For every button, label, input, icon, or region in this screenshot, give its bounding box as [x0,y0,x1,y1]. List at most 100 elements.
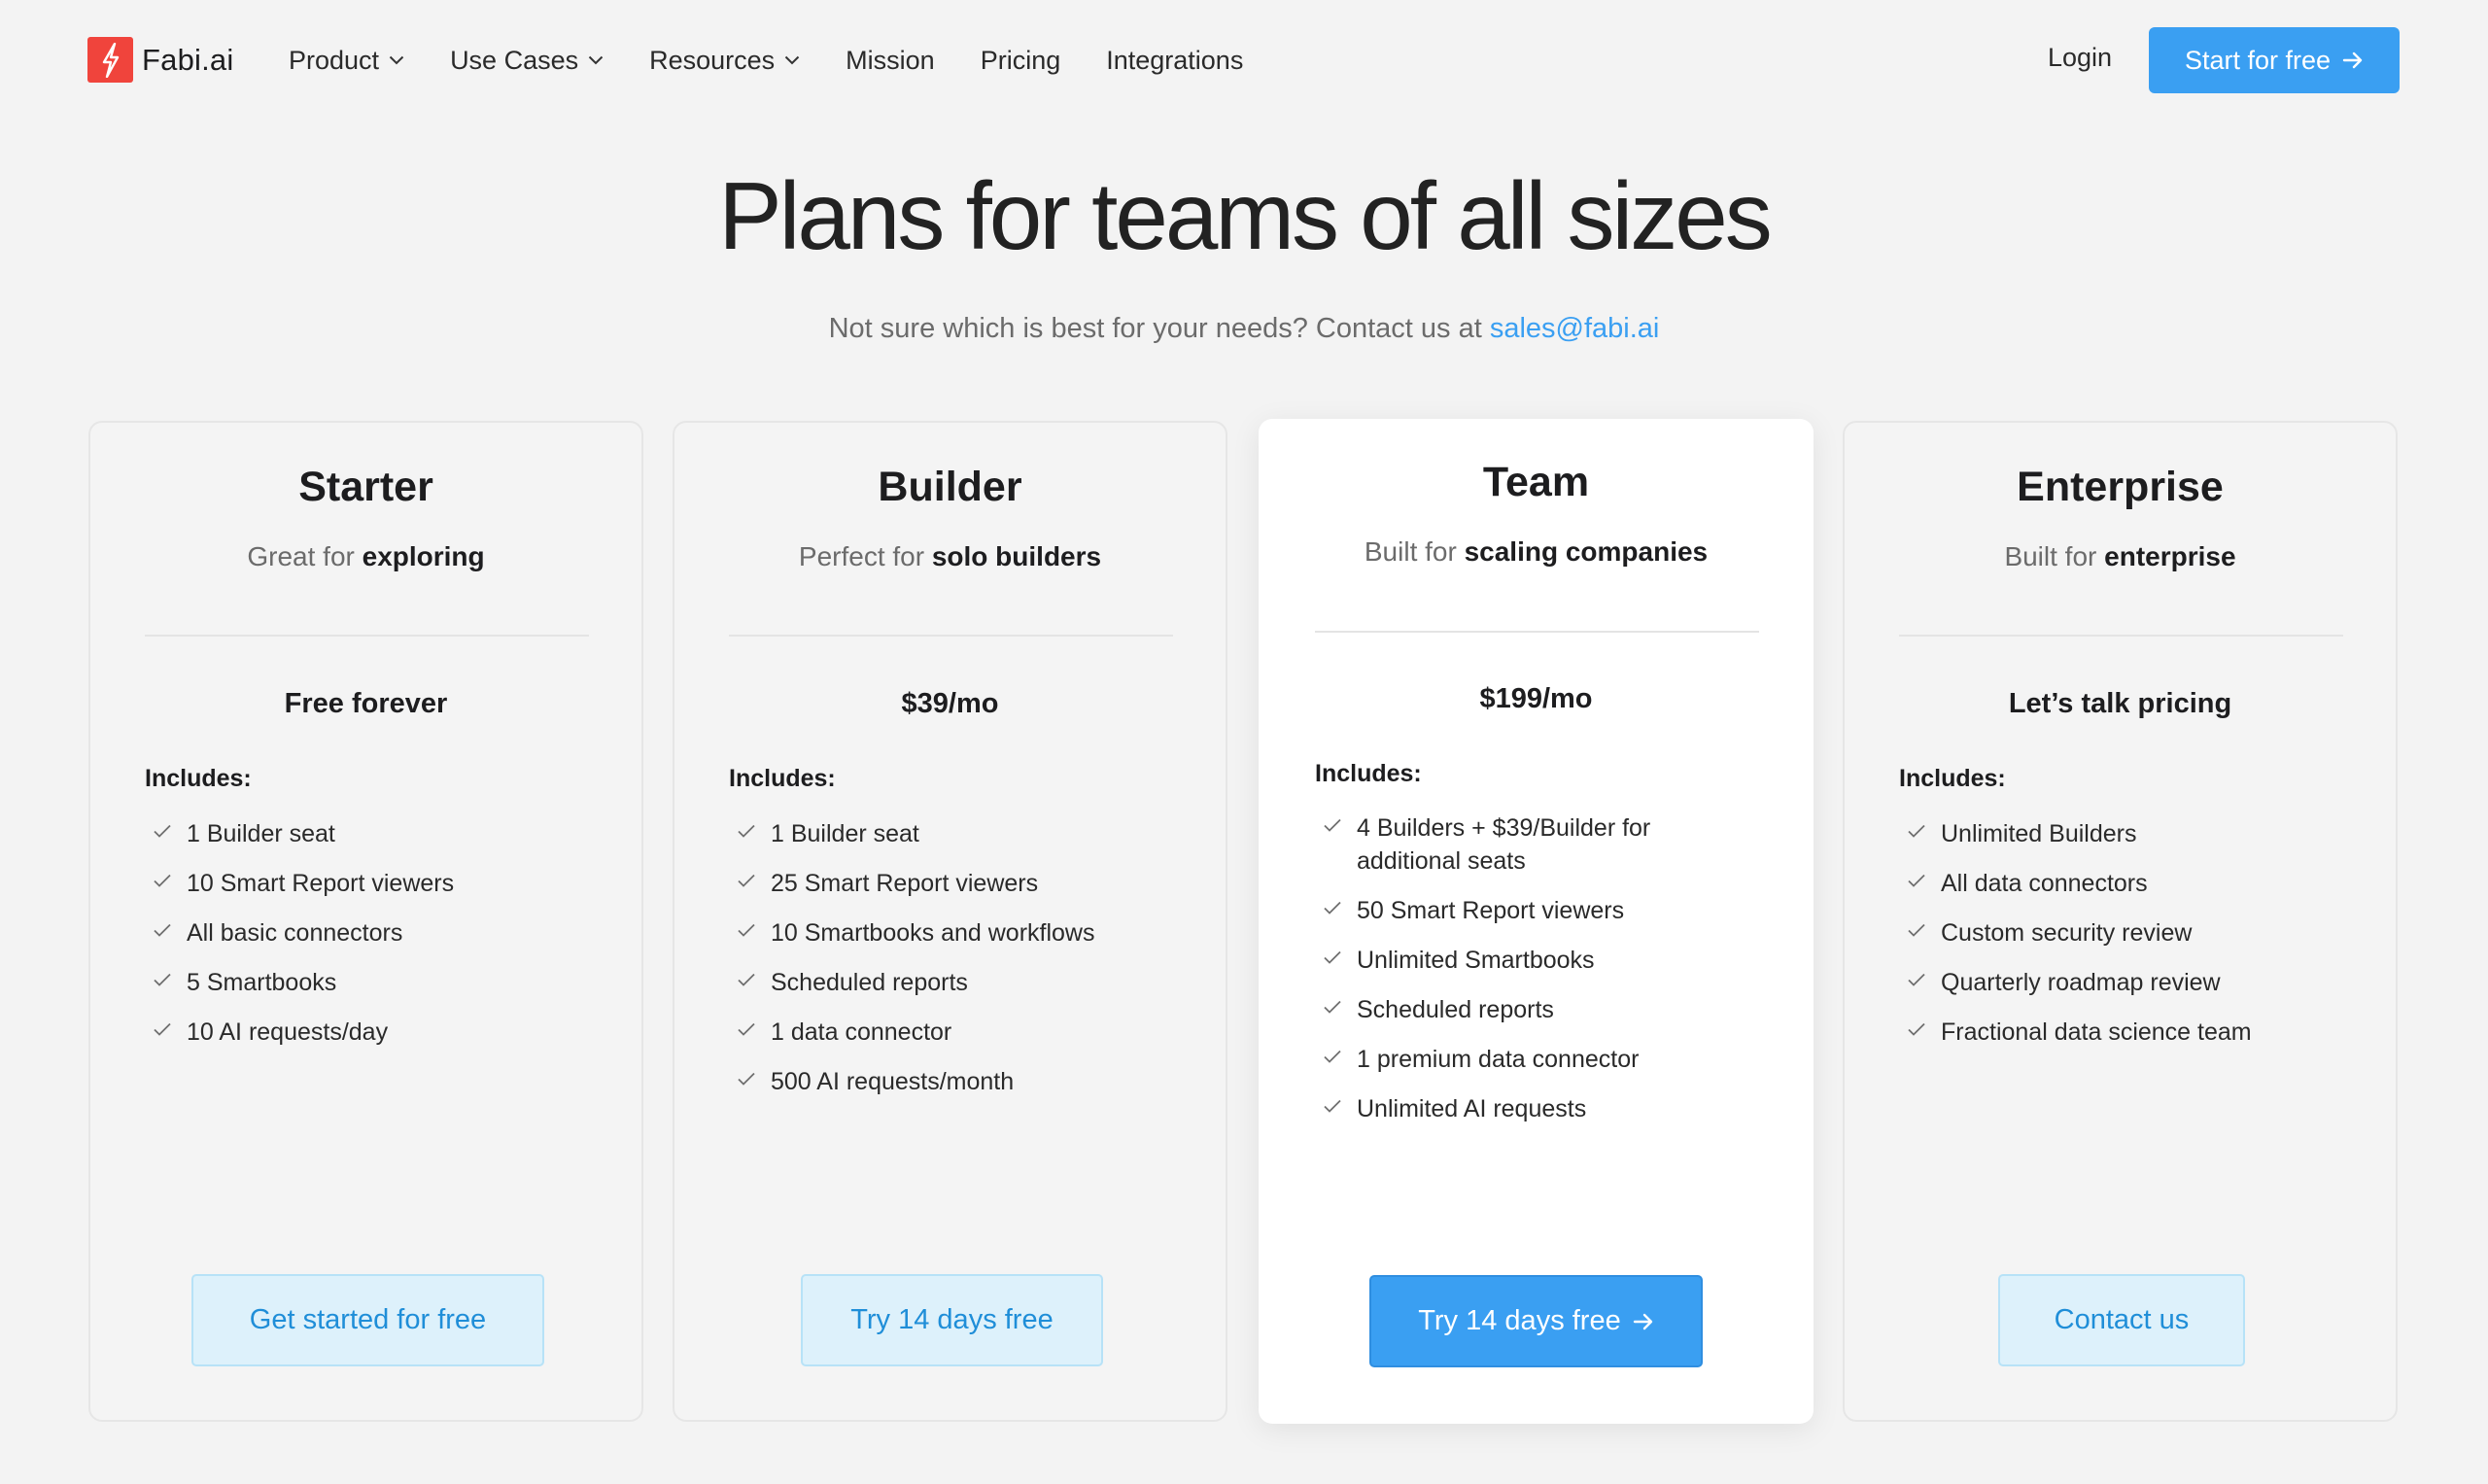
feature-text: 1 premium data connector [1357,1046,1640,1073]
feature-text: 5 Smartbooks [187,969,337,996]
feature-item: 4 Builders + $39/Builder for additional … [1323,811,1692,878]
feature-list: 1 Builder seat 25 Smart Report viewers 1… [737,817,1184,1115]
feature-item: Unlimited Builders [1907,817,2354,850]
divider [729,635,1173,637]
divider [145,635,589,637]
includes-label: Includes: [729,765,836,792]
plan-name: Builder [878,464,1022,510]
check-icon [737,873,756,888]
feature-text: Unlimited Smartbooks [1357,947,1595,974]
login-link[interactable]: Login [2048,43,2112,73]
plan-tagline-bold: exploring [362,541,485,571]
plan-tagline: Built for enterprise [1845,541,2396,572]
feature-text: 10 Smart Report viewers [187,870,455,897]
brand-logo[interactable]: Fabi.ai [87,37,233,83]
check-icon [1907,823,1926,839]
nav-resources[interactable]: Resources [649,46,800,76]
includes-label: Includes: [145,765,252,792]
page-title: Plans for teams of all sizes [718,162,1773,269]
feature-item: 10 Smartbooks and workflows [737,916,1184,949]
check-icon [153,873,172,888]
includes-label: Includes: [1899,765,2006,792]
feature-item: Unlimited Smartbooks [1323,944,1692,977]
arrow-right-icon [2342,52,2364,69]
page-subtitle-text: Not sure which is best for your needs? C… [828,313,1490,344]
nav-integrations[interactable]: Integrations [1106,46,1243,76]
feature-text: 1 data connector [771,1018,952,1046]
plan-tagline-prefix: Perfect for [798,541,932,571]
start-for-free-button[interactable]: Start for free [2149,27,2400,93]
plan-tagline-prefix: Built for [2004,541,2105,571]
check-icon [737,972,756,987]
feature-text: 10 Smartbooks and workflows [771,919,1095,947]
nav-mission-label: Mission [846,45,935,75]
check-icon [153,972,172,987]
contact-us-button[interactable]: Contact us [1998,1274,2245,1366]
nav-use-cases[interactable]: Use Cases [450,46,604,76]
plan-name: Starter [298,464,433,510]
feature-text: Scheduled reports [1357,996,1554,1023]
plan-tagline-prefix: Great for [247,541,363,571]
check-icon [1323,949,1342,965]
get-started-for-free-button[interactable]: Get started for free [191,1274,544,1366]
check-icon [737,1021,756,1037]
includes-label: Includes: [1315,760,1422,787]
plan-tagline: Perfect for solo builders [674,541,1226,572]
check-icon [1323,999,1342,1015]
plan-price: Free forever [284,688,448,719]
team-try-14-days-free-button[interactable]: Try 14 days free [1369,1275,1703,1367]
feature-list: 4 Builders + $39/Builder for additional … [1323,811,1692,1142]
feature-text: Custom security review [1941,919,2193,947]
check-icon [153,922,172,938]
plan-card-team: Team Built for scaling companies $199/mo… [1259,419,1814,1424]
feature-text: All basic connectors [187,919,403,947]
feature-item: Quarterly roadmap review [1907,966,2354,999]
nav-product[interactable]: Product [289,46,404,76]
feature-text: 1 Builder seat [771,820,919,847]
check-icon [153,823,172,839]
feature-list: 1 Builder seat 10 Smart Report viewers A… [153,817,600,1065]
arrow-right-icon [1633,1313,1654,1330]
chevron-down-icon [389,55,404,65]
feature-item: Fractional data science team [1907,1016,2354,1049]
builder-try-14-days-free-button[interactable]: Try 14 days free [801,1274,1103,1366]
feature-item: 10 AI requests/day [153,1016,600,1049]
feature-item: 25 Smart Report viewers [737,867,1184,900]
chevron-down-icon [588,55,604,65]
lightning-bolt-icon [87,37,133,83]
nav-integrations-label: Integrations [1106,45,1244,75]
feature-item: 50 Smart Report viewers [1323,894,1692,927]
chevron-down-icon [784,55,800,65]
check-icon [153,1021,172,1037]
check-icon [737,1071,756,1087]
check-icon [1323,1098,1342,1114]
feature-text: Scheduled reports [771,969,968,996]
divider [1315,631,1759,633]
nav-pricing-label: Pricing [980,45,1061,75]
nav-use-cases-label: Use Cases [450,45,579,75]
plan-price: Let’s talk pricing [2008,688,2232,719]
feature-text: Unlimited Builders [1941,820,2137,847]
nav-resources-label: Resources [649,45,776,75]
plan-name: Team [1482,459,1590,505]
plan-tagline-prefix: Built for [1364,536,1465,567]
plan-card-starter: Starter Great for exploring Free forever… [88,421,643,1422]
check-icon [1907,873,1926,888]
check-icon [1323,900,1342,915]
check-icon [1323,817,1342,833]
feature-item: 1 premium data connector [1323,1043,1692,1076]
team-button-label: Try 14 days free [1418,1305,1621,1336]
feature-item: 10 Smart Report viewers [153,867,600,900]
sales-email-link[interactable]: sales@fabi.ai [1490,313,1660,344]
nav-pricing[interactable]: Pricing [981,46,1061,76]
plan-card-builder: Builder Perfect for solo builders $39/mo… [673,421,1227,1422]
feature-text: 50 Smart Report viewers [1357,897,1625,924]
nav-mission[interactable]: Mission [846,46,935,76]
feature-text: Fractional data science team [1941,1018,2252,1046]
feature-item: All data connectors [1907,867,2354,900]
brand-name: Fabi.ai [142,42,234,77]
feature-text: 1 Builder seat [187,820,335,847]
check-icon [737,823,756,839]
check-icon [737,922,756,938]
plan-tagline-bold: enterprise [2104,541,2236,571]
